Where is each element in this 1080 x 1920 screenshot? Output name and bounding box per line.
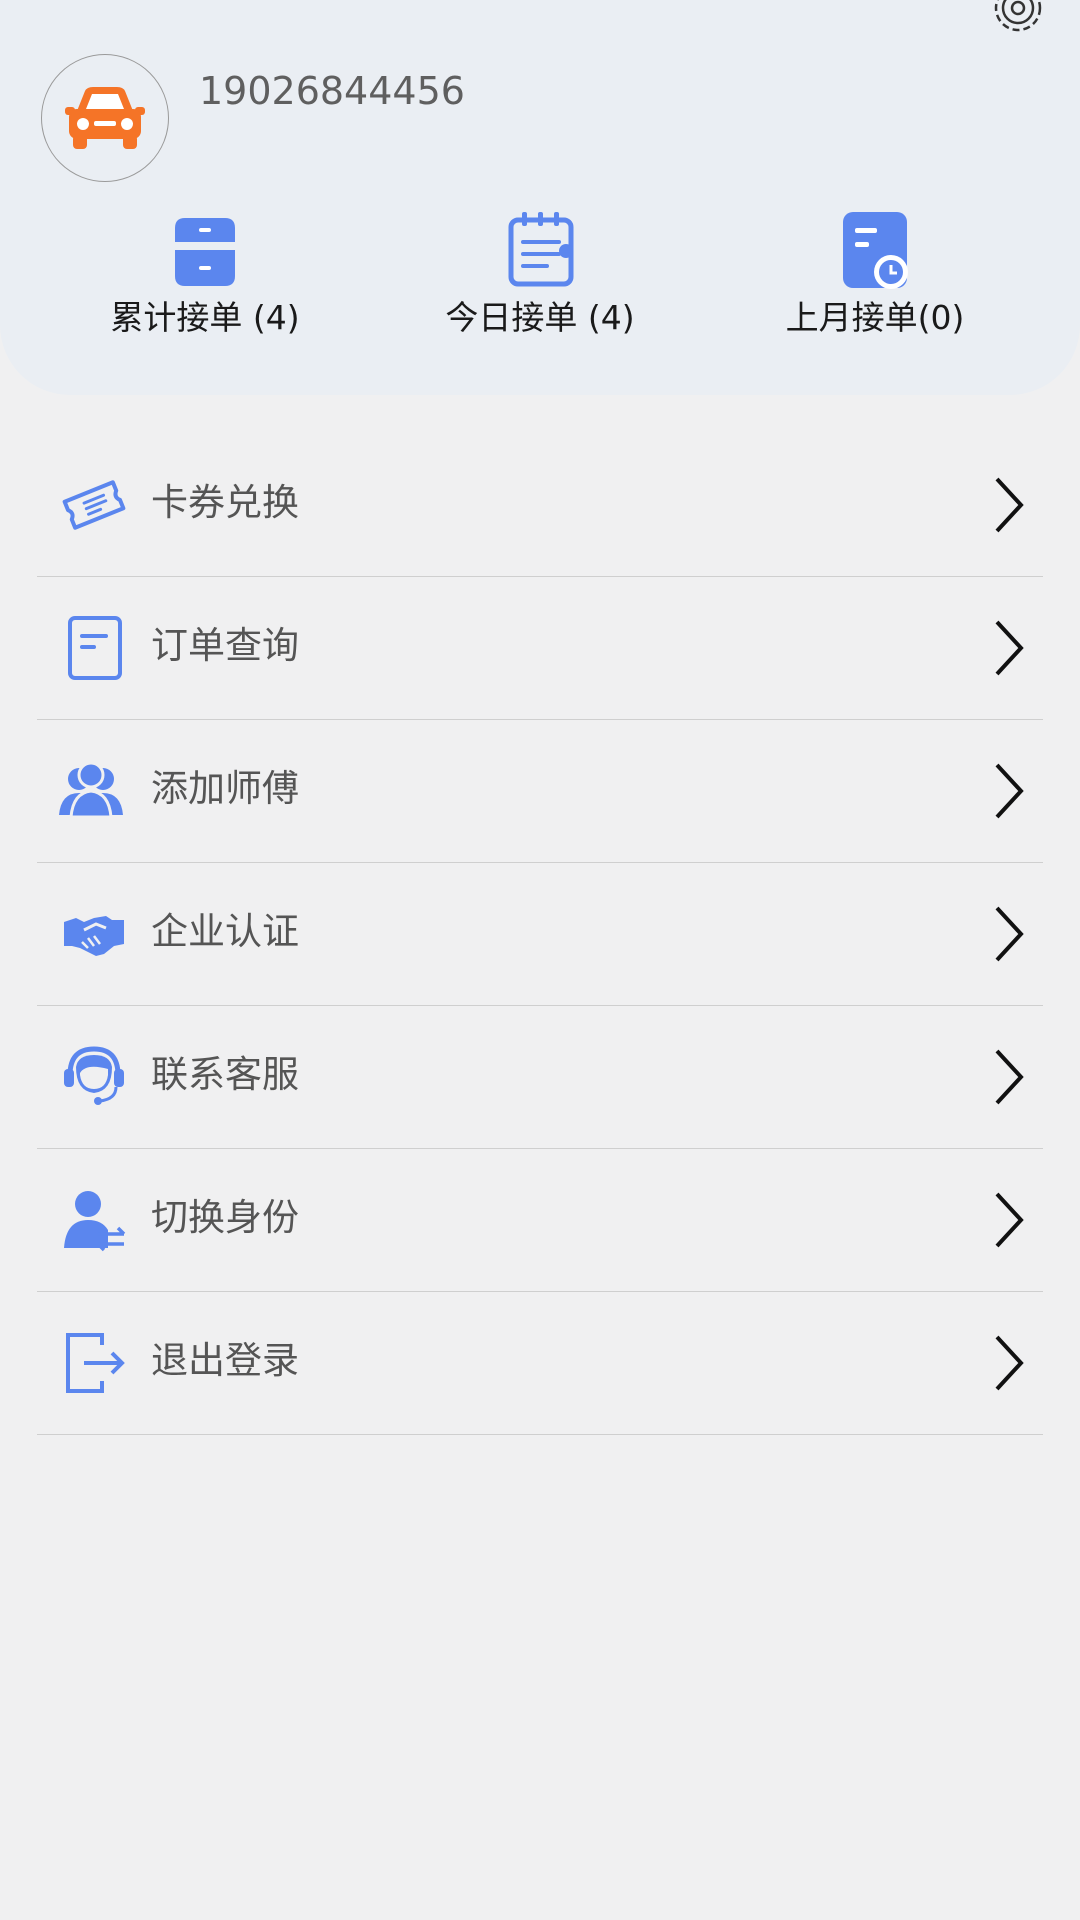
stat-label: 今日接单 (4)	[445, 298, 635, 337]
menu-item-coupon-exchange[interactable]: 卡券兑换	[37, 434, 1043, 577]
customer-service-icon	[64, 1046, 124, 1105]
chevron-right-icon	[995, 1192, 1024, 1248]
menu-item-label: 切换身份	[151, 1196, 299, 1239]
stat-total-orders[interactable]: 累计接单 (4)	[75, 210, 335, 350]
menu-item-add-master[interactable]: 添加师傅	[37, 720, 1043, 863]
avatar[interactable]	[41, 54, 169, 182]
menu-item-enterprise-certification[interactable]: 企业认证	[37, 863, 1043, 1006]
calendar-icon	[508, 212, 574, 287]
menu-list: 卡券兑换 订单查询 添加师傅 企业认证 联系客服 切换身份 退出登录	[37, 434, 1043, 1435]
menu-item-switch-identity[interactable]: 切换身份	[37, 1149, 1043, 1292]
menu-item-label: 退出登录	[151, 1339, 299, 1382]
menu-item-label: 订单查询	[151, 624, 299, 667]
order-document-icon	[68, 616, 122, 680]
gear-icon[interactable]	[990, 0, 1046, 36]
menu-item-label: 卡券兑换	[151, 481, 299, 524]
car-icon	[65, 87, 145, 149]
logout-icon	[66, 1333, 125, 1393]
users-icon	[59, 761, 123, 819]
ticket-icon	[62, 480, 126, 530]
menu-item-contact-service[interactable]: 联系客服	[37, 1006, 1043, 1149]
menu-item-logout[interactable]: 退出登录	[37, 1292, 1043, 1435]
menu-item-order-query[interactable]: 订单查询	[37, 577, 1043, 720]
chevron-right-icon	[995, 1335, 1024, 1391]
menu-item-label: 添加师傅	[151, 767, 299, 810]
stat-label: 上月接单(0)	[785, 298, 965, 337]
stat-label: 累计接单 (4)	[110, 298, 300, 337]
chevron-right-icon	[995, 620, 1024, 676]
chevron-right-icon	[995, 763, 1024, 819]
handshake-icon	[64, 916, 124, 956]
menu-item-label: 联系客服	[151, 1053, 299, 1096]
document-clock-icon	[843, 212, 908, 289]
phone-number: 19026844456	[199, 69, 465, 113]
chevron-right-icon	[995, 906, 1024, 962]
profile-header: 19026844456 累计接单 (4) 今日接单 (4) 上月接单(0)	[0, 0, 1080, 395]
user-switch-icon	[64, 1191, 126, 1252]
chevron-right-icon	[995, 1049, 1024, 1105]
stat-today-orders[interactable]: 今日接单 (4)	[410, 210, 670, 350]
stat-last-month-orders[interactable]: 上月接单(0)	[745, 210, 1005, 350]
chevron-right-icon	[995, 477, 1024, 533]
drawer-cabinet-icon	[175, 218, 235, 286]
menu-item-label: 企业认证	[151, 910, 299, 953]
